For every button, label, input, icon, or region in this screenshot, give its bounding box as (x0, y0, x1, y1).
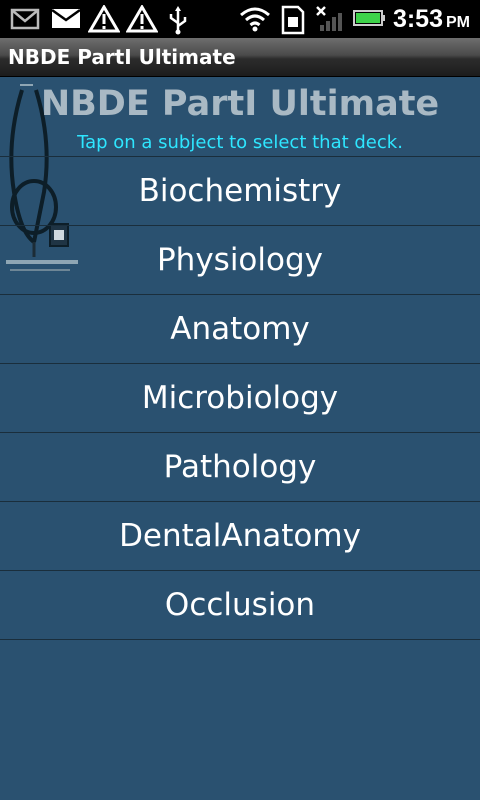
subject-item-anatomy[interactable]: Anatomy (0, 294, 480, 363)
title-bar: NBDE PartI Ultimate (0, 38, 480, 77)
subject-item-microbiology[interactable]: Microbiology (0, 363, 480, 432)
title-bar-text: NBDE PartI Ultimate (8, 45, 236, 69)
warning-icon (125, 4, 159, 37)
gmail-icon (10, 5, 40, 35)
wifi-icon (238, 5, 272, 37)
warning-icon (87, 4, 121, 37)
subject-item-dental-anatomy[interactable]: DentalAnatomy (0, 501, 480, 570)
battery-icon (352, 5, 388, 35)
clock-ampm: PM (446, 14, 470, 31)
sdcard-icon (280, 5, 306, 39)
subject-item-physiology[interactable]: Physiology (0, 225, 480, 294)
clock: 3:53 PM (393, 4, 470, 34)
instruction-text: Tap on a subject to select that deck. (77, 132, 403, 153)
main-content: NBDE PartI Ultimate Tap on a subject to … (0, 77, 480, 800)
signal-off-icon (314, 5, 348, 37)
subject-item-pathology[interactable]: Pathology (0, 432, 480, 501)
subject-list: Biochemistry Physiology Anatomy Microbio… (0, 156, 480, 640)
clock-time: 3:53 (392, 5, 443, 33)
subject-item-occlusion[interactable]: Occlusion (0, 570, 480, 640)
status-bar: 3:53 PM (0, 0, 480, 38)
app-heading: NBDE PartI Ultimate (40, 84, 440, 124)
usb-icon (166, 5, 190, 39)
subject-item-biochemistry[interactable]: Biochemistry (0, 156, 480, 225)
email-icon (50, 5, 82, 35)
